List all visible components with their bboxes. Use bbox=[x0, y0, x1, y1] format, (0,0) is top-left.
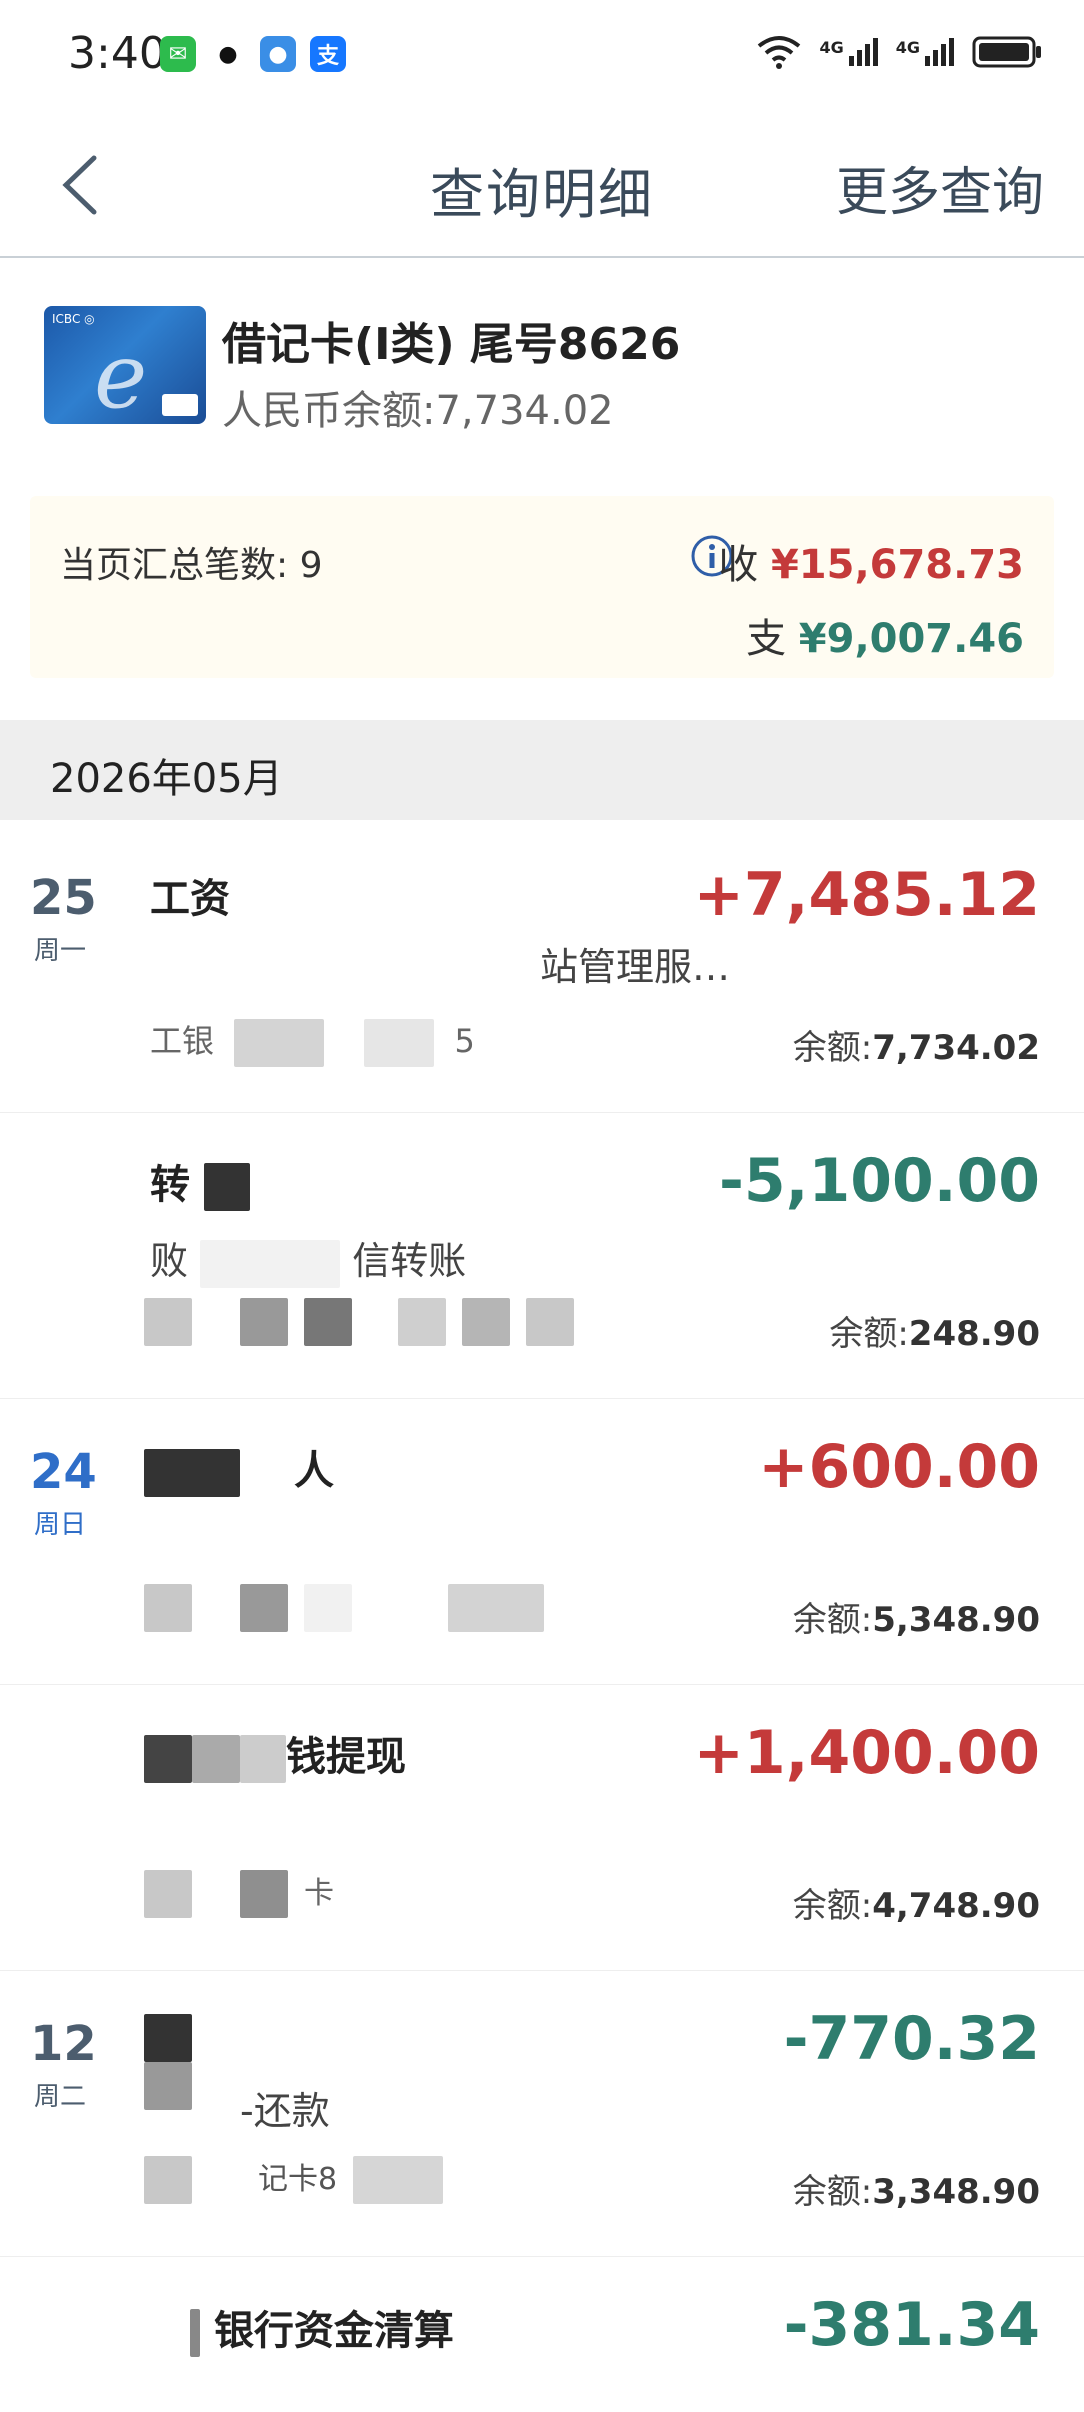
transaction-row[interactable]: 24 周日 人 +600.00 余额:5,348.90 bbox=[0, 1398, 1084, 1685]
day-number: 24 bbox=[30, 1444, 97, 1500]
tx-title: 钱提现 bbox=[144, 1724, 406, 1783]
date-badge: 24 周日 bbox=[30, 1444, 97, 1541]
transaction-row[interactable]: 转 -5,100.00 败 信转账 余额:248.90 bbox=[0, 1112, 1084, 1399]
date-badge: 25 周一 bbox=[30, 870, 97, 967]
weekday: 周一 bbox=[33, 936, 86, 966]
transaction-row[interactable]: 25 周一 工资 +7,485.12 站管理服… 工银 5 余额:7,734.0… bbox=[0, 826, 1084, 1113]
unionpay-icon bbox=[162, 394, 198, 416]
nav-bar: 查询明细 更多查询 bbox=[0, 110, 1084, 258]
redacted-row bbox=[144, 1584, 544, 1632]
redacted-block bbox=[144, 1735, 192, 1783]
tx-balance: 余额:248.90 bbox=[829, 1314, 1040, 1354]
tx-amount: -5,100.00 bbox=[719, 1146, 1040, 1216]
tx-balance: 余额:3,348.90 bbox=[792, 2172, 1040, 2212]
status-time: 3:40 bbox=[68, 28, 167, 79]
account-title[interactable]: 借记卡(I类) 尾号8626 bbox=[222, 308, 680, 372]
day-number: 25 bbox=[30, 870, 97, 926]
notification-icons: ✉ ● ● 支 bbox=[160, 36, 346, 72]
summary-expense: 支 ¥9,007.46 bbox=[746, 606, 1024, 664]
income-label: 收 bbox=[718, 542, 759, 588]
transaction-row[interactable]: 银行资金清算 -381.34 bbox=[0, 2256, 1084, 2412]
redacted-block bbox=[144, 2014, 192, 2110]
date-badge: 12 周二 bbox=[30, 2016, 97, 2113]
wifi-icon bbox=[758, 36, 801, 69]
message-icon: ● bbox=[260, 36, 296, 72]
tx-desc: -还款 bbox=[240, 2089, 330, 2133]
tx-title: 银行资金清算 bbox=[190, 2298, 454, 2357]
weekday: 周二 bbox=[33, 2082, 86, 2112]
signal-icon-1: 4G bbox=[819, 38, 878, 66]
page-summary: 当页汇总笔数: 9 收 ¥15,678.73 支 ¥9,007.46 bbox=[30, 496, 1054, 678]
tx-amount: +1,400.00 bbox=[693, 1718, 1040, 1788]
transaction-row[interactable]: 钱提现 +1,400.00 卡 余额:4,748.90 bbox=[0, 1684, 1084, 1971]
expense-value: ¥9,007.46 bbox=[798, 616, 1024, 662]
tx-amount: -381.34 bbox=[783, 2290, 1040, 2360]
wechat-icon: ✉ bbox=[160, 36, 196, 72]
battery-icon bbox=[972, 36, 1041, 68]
weekday: 周日 bbox=[33, 1510, 86, 1540]
qq-icon: ● bbox=[210, 36, 246, 72]
tx-title: 工资 bbox=[150, 876, 230, 922]
tx-desc: 败 信转账 bbox=[150, 1230, 466, 1288]
tx-amount: +7,485.12 bbox=[693, 860, 1040, 930]
income-value: ¥15,678.73 bbox=[770, 542, 1024, 588]
redacted-block bbox=[190, 2309, 200, 2357]
more-query-button[interactable]: 更多查询 bbox=[836, 150, 1044, 225]
redacted-block bbox=[234, 1019, 325, 1067]
card-e-logo: e bbox=[94, 324, 148, 424]
tx-title: 转 bbox=[150, 1152, 250, 1211]
tx-amount: +600.00 bbox=[758, 1432, 1040, 1502]
tx-balance: 余额:5,348.90 bbox=[792, 1600, 1040, 1640]
redacted-block bbox=[364, 1019, 435, 1067]
bank-card-image: ICBC ◎ e bbox=[44, 306, 206, 424]
bank-logo-icon: ICBC ◎ bbox=[52, 312, 95, 326]
tx-balance: 余额:4,748.90 bbox=[792, 1886, 1040, 1926]
summary-count: 当页汇总笔数: 9 bbox=[60, 545, 323, 586]
status-bar: 3:40 ✉ ● ● 支 4G 4G bbox=[0, 0, 1084, 110]
account-balance: 人民币余额:7,734.02 bbox=[222, 388, 614, 434]
redacted-row: 卡 bbox=[144, 1870, 334, 1918]
system-icons: 4G 4G bbox=[757, 34, 1044, 70]
tx-amount: -770.32 bbox=[783, 2004, 1040, 2074]
redacted-block bbox=[203, 1163, 250, 1211]
month-header: 2026年05月 bbox=[0, 720, 1084, 820]
tx-sub: 工银 5 bbox=[150, 1016, 475, 1067]
tx-balance: 余额:7,734.02 bbox=[792, 1028, 1040, 1068]
redacted-row bbox=[144, 1298, 574, 1346]
tx-title: 人 bbox=[144, 1438, 334, 1497]
month-label: 2026年05月 bbox=[50, 756, 283, 802]
tx-desc: 站管理服… bbox=[540, 945, 731, 989]
redacted-block bbox=[200, 1239, 341, 1288]
day-number: 12 bbox=[30, 2016, 97, 2072]
redacted-row: 记卡8 bbox=[144, 2156, 444, 2204]
redacted-block bbox=[144, 1449, 240, 1497]
expense-label: 支 bbox=[746, 616, 787, 662]
summary-income: 收 ¥15,678.73 bbox=[718, 532, 1024, 590]
signal-icon-2: 4G bbox=[896, 38, 954, 66]
alipay-icon: 支 bbox=[310, 36, 346, 72]
transaction-row[interactable]: 12 周二 -770.32 -还款 记卡8 余额:3,348.90 bbox=[0, 1970, 1084, 2257]
